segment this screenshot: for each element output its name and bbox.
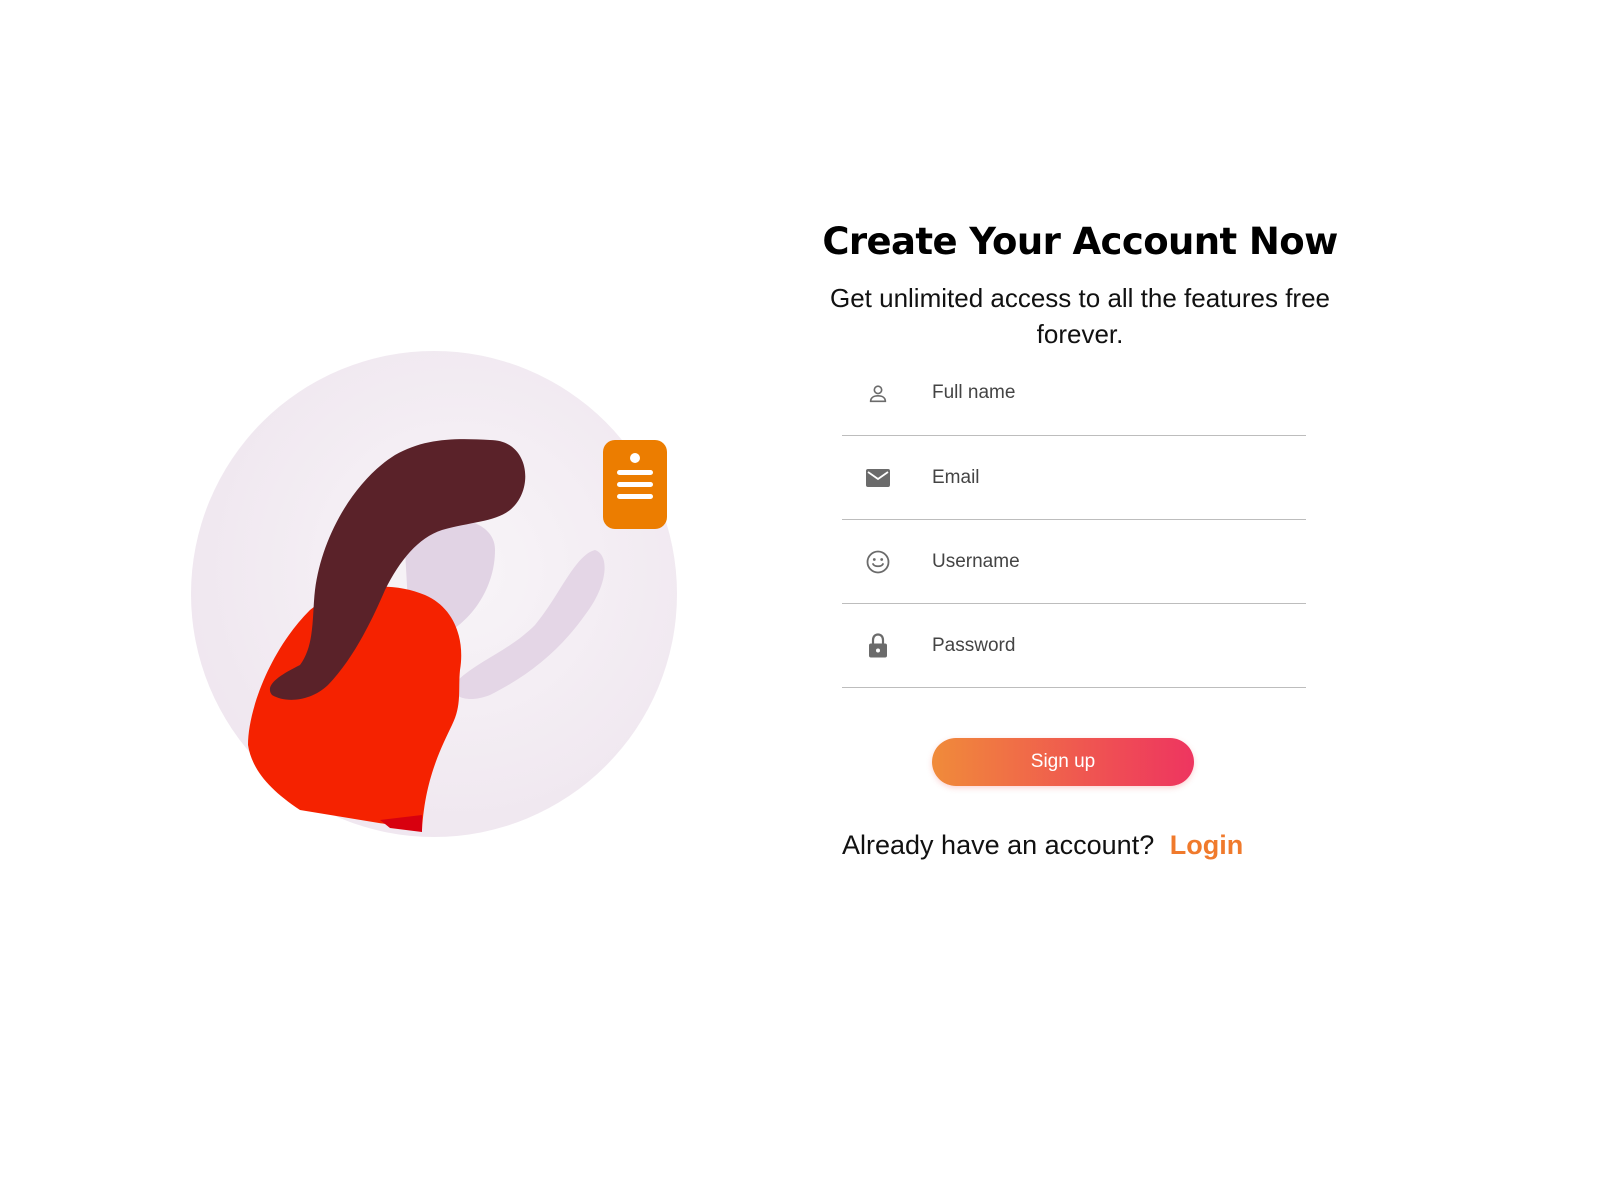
email-field — [842, 436, 1306, 520]
username-input[interactable] — [932, 550, 1272, 573]
signup-form-panel: Create Your Account Now Get unlimited ac… — [800, 216, 1360, 860]
hero-illustration — [190, 350, 710, 850]
full-name-field — [842, 366, 1306, 436]
woman-waving-illustration — [191, 351, 677, 837]
page-title: Create Your Account Now — [822, 220, 1338, 263]
email-icon — [866, 466, 890, 490]
signup-form — [842, 366, 1306, 688]
smiley-icon — [866, 550, 890, 574]
password-field — [842, 604, 1306, 688]
signup-page: Create Your Account Now Get unlimited ac… — [0, 0, 1600, 1200]
email-input[interactable] — [932, 466, 1272, 489]
username-field — [842, 520, 1306, 604]
password-input[interactable] — [932, 634, 1272, 657]
login-link[interactable]: Login — [1170, 830, 1243, 860]
page-subtitle: Get unlimited access to all the features… — [829, 282, 1331, 349]
login-prompt: Already have an account? Login — [842, 830, 1243, 861]
lock-icon — [866, 632, 890, 658]
id-badge-icon — [603, 440, 667, 529]
signup-button[interactable]: Sign up — [932, 738, 1194, 786]
login-prompt-text: Already have an account? — [842, 830, 1155, 860]
person-icon — [866, 382, 890, 406]
full-name-input[interactable] — [932, 382, 1272, 404]
